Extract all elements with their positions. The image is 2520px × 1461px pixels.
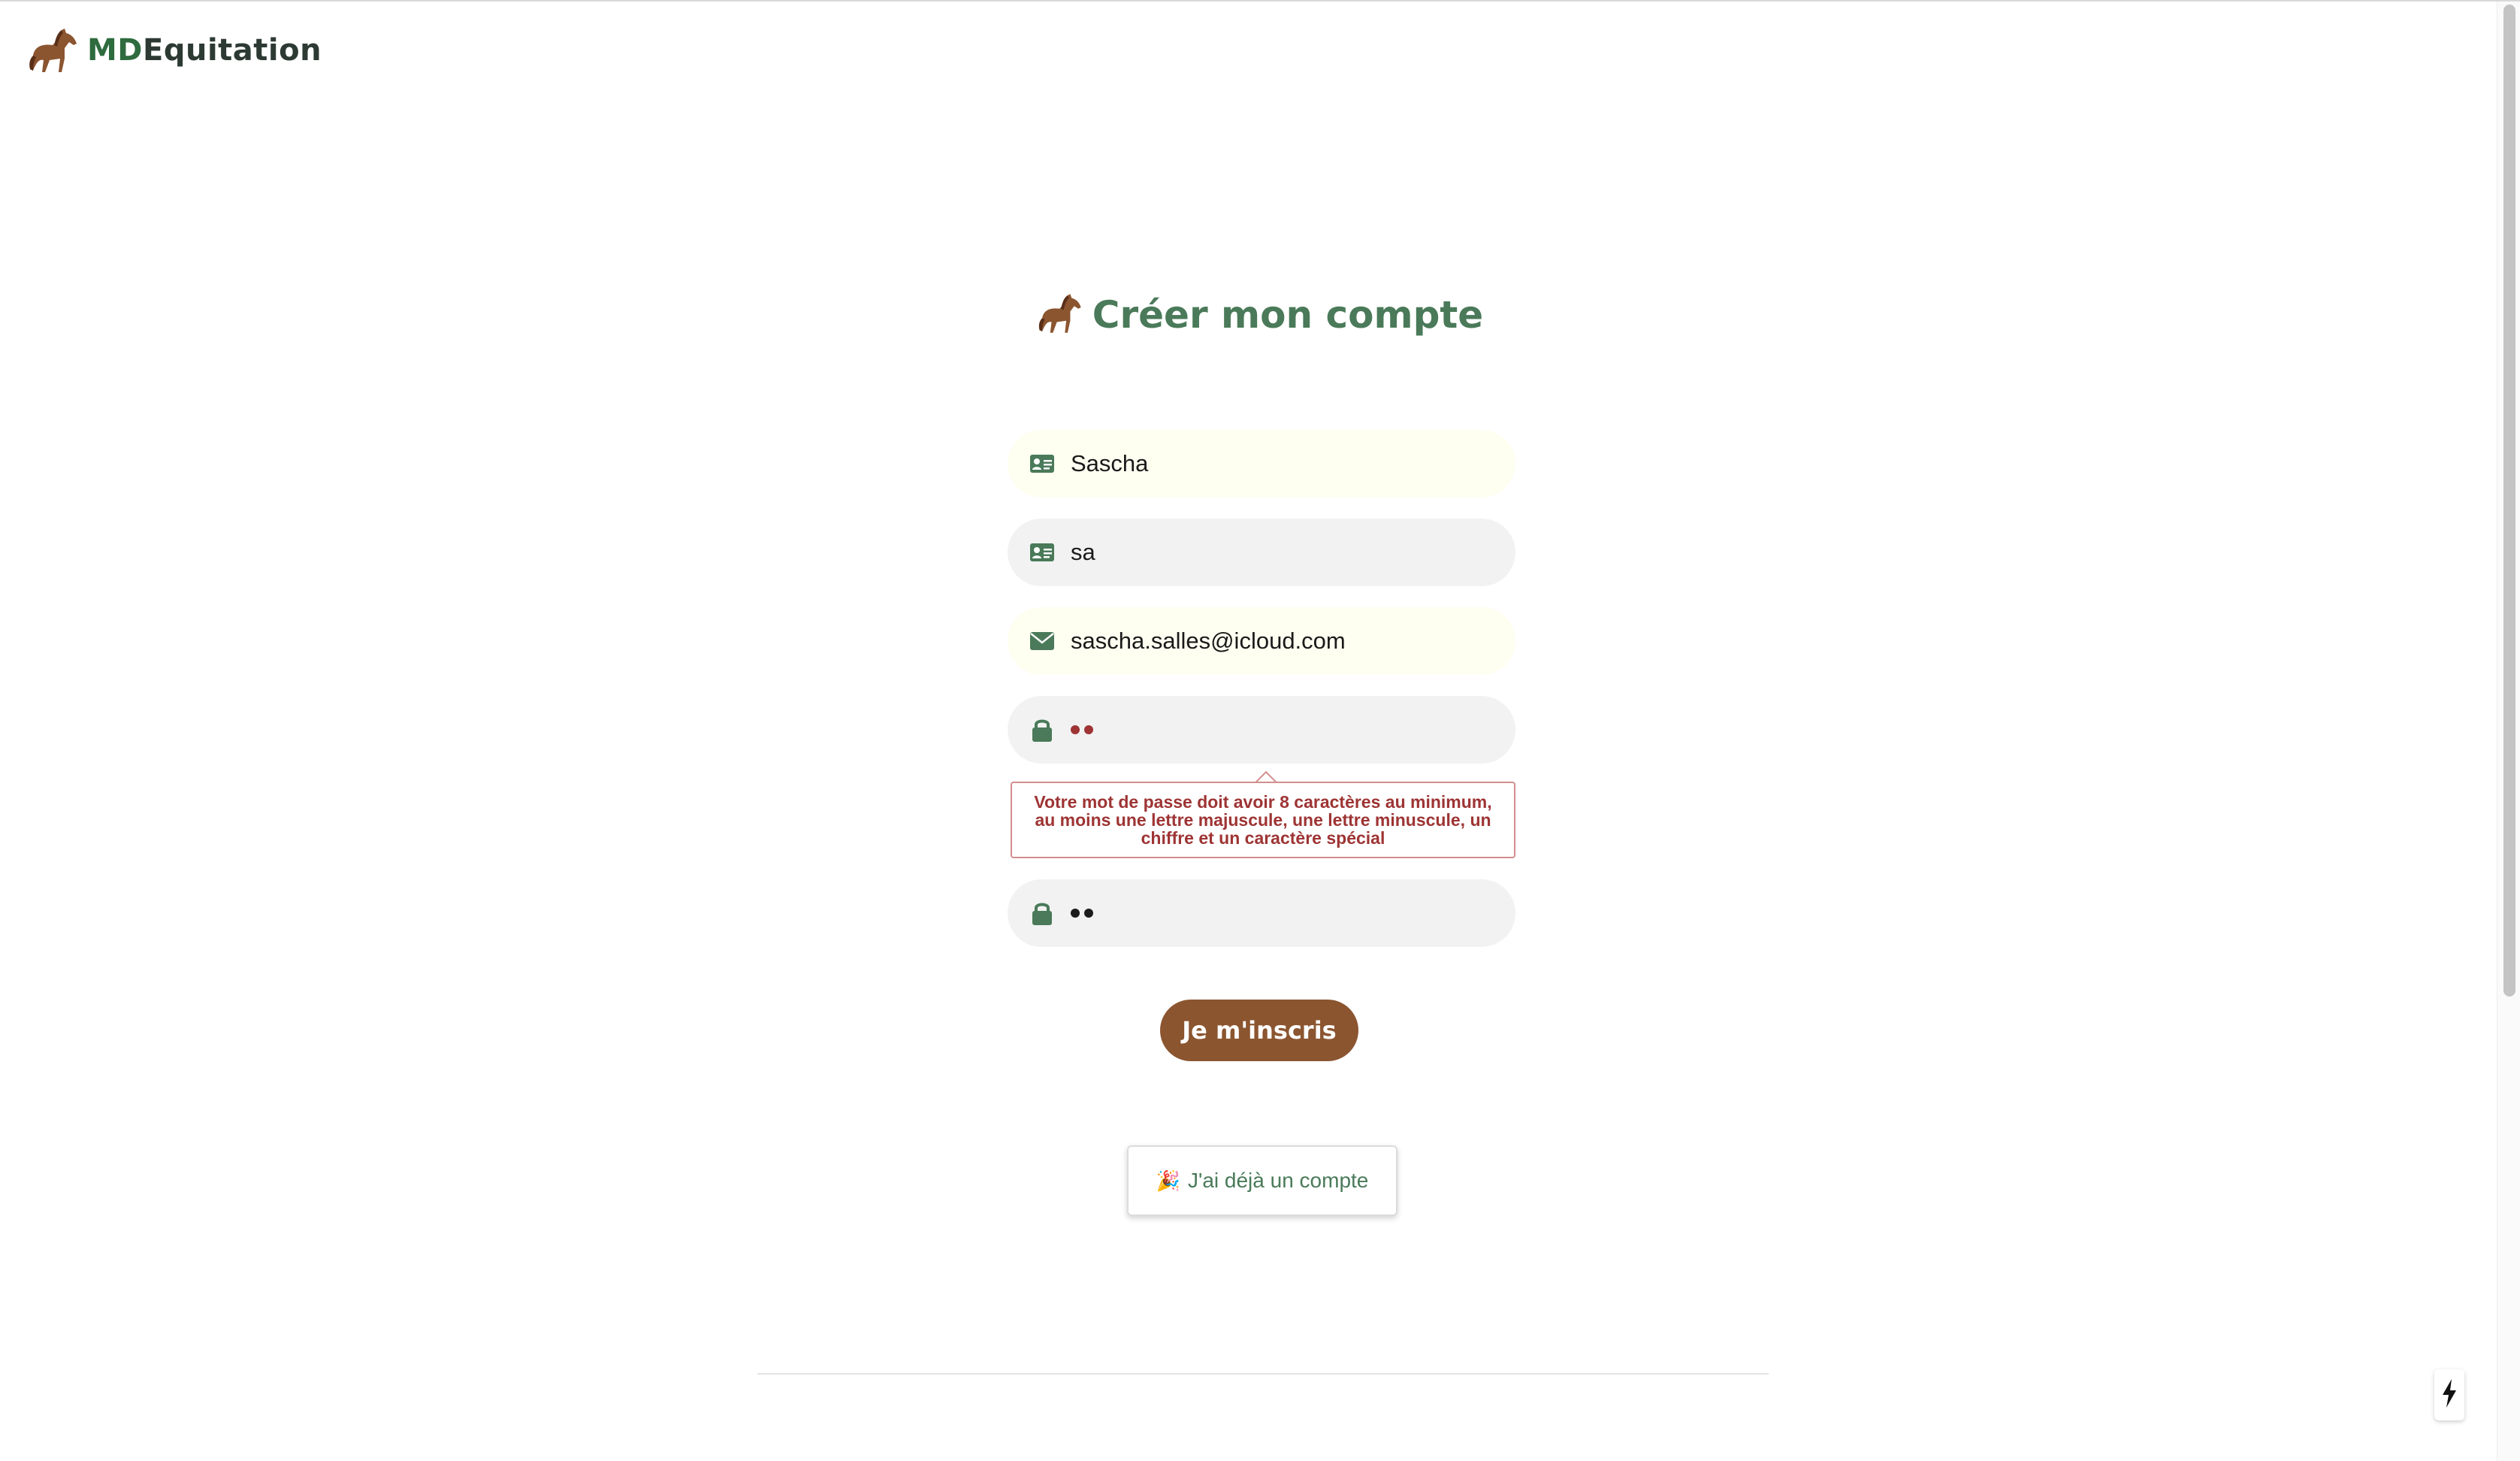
- password-field[interactable]: [1008, 696, 1515, 764]
- lock-icon: [1029, 716, 1056, 743]
- password-input[interactable]: [1071, 725, 1093, 734]
- envelope-icon: [1029, 628, 1056, 655]
- password-confirm-field[interactable]: [1008, 879, 1515, 947]
- signup-submit-button[interactable]: Je m'inscris: [1160, 1000, 1358, 1061]
- scrollbar[interactable]: [2497, 2, 2520, 1461]
- page: MDEquitation Créer mon compte Sascha sa …: [0, 0, 2520, 1461]
- password-confirm-input[interactable]: [1071, 909, 1093, 918]
- email-field[interactable]: sascha.salles@icloud.com: [1008, 607, 1515, 675]
- footer-divider: [757, 1373, 1769, 1375]
- brand-name: MDEquitation: [87, 33, 322, 68]
- lightning-button[interactable]: [2434, 1369, 2464, 1420]
- scrollbar-thumb[interactable]: [2503, 5, 2515, 997]
- first-name-input[interactable]: Sascha: [1071, 450, 1148, 477]
- title-row: Créer mon compte: [0, 291, 2520, 339]
- horse-icon: [27, 26, 81, 75]
- email-input[interactable]: sascha.salles@icloud.com: [1071, 628, 1346, 655]
- brand-link[interactable]: MDEquitation: [27, 24, 322, 77]
- first-name-field[interactable]: Sascha: [1008, 430, 1515, 498]
- password-error-message: Votre mot de passe doit avoir 8 caractèr…: [1011, 782, 1515, 858]
- last-name-field[interactable]: sa: [1008, 519, 1515, 586]
- id-card-icon: [1029, 450, 1056, 477]
- page-title: Créer mon compte: [1092, 293, 1484, 337]
- last-name-input[interactable]: sa: [1071, 539, 1095, 566]
- horse-icon: [1037, 291, 1085, 339]
- login-link-button[interactable]: 🎉 J'ai déjà un compte: [1127, 1145, 1397, 1216]
- id-card-icon: [1029, 539, 1056, 566]
- login-link-label: J'ai déjà un compte: [1187, 1169, 1369, 1192]
- lock-icon: [1029, 900, 1056, 927]
- lightning-icon: [2441, 1378, 2458, 1411]
- party-popper-icon: 🎉: [1156, 1169, 1180, 1192]
